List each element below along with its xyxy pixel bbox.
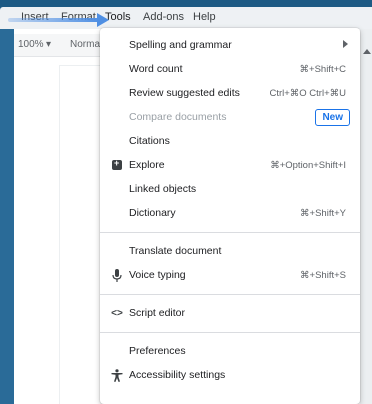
microphone-icon [110, 268, 124, 282]
code-icon: <> [111, 307, 123, 319]
menu-item-translate-document[interactable]: Translate document [100, 240, 360, 264]
menu-item-label: Linked objects [129, 183, 197, 195]
zoom-select[interactable]: 100% [18, 39, 44, 50]
menu-item-shortcut: Ctrl+⌘O Ctrl+⌘U [269, 88, 346, 99]
style-select[interactable]: Normal [70, 39, 102, 50]
menu-item-shortcut: ⌘+Shift+Y [300, 208, 346, 219]
menu-addons[interactable]: Add-ons [140, 10, 187, 24]
explore-icon [110, 158, 124, 172]
menu-item-label: Word count [129, 63, 183, 75]
menu-divider [100, 232, 360, 233]
menu-item-label: Review suggested edits [129, 87, 240, 99]
menu-item-label: Voice typing [129, 269, 186, 281]
menu-item-dictionary[interactable]: Dictionary ⌘+Shift+Y [100, 202, 360, 226]
menu-item-label: Script editor [129, 307, 186, 319]
menu-divider [100, 294, 360, 295]
menu-item-review-suggested-edits[interactable]: Review suggested edits Ctrl+⌘O Ctrl+⌘U [100, 82, 360, 106]
caret-up-icon[interactable] [363, 49, 371, 54]
accessibility-icon [110, 368, 124, 382]
tools-menu-dropdown: Spelling and grammar Word count ⌘+Shift+… [100, 28, 360, 404]
menu-item-label: Citations [129, 135, 170, 147]
menu-item-label: Spelling and grammar [129, 39, 232, 51]
menu-item-accessibility-settings[interactable]: Accessibility settings [100, 364, 360, 388]
menu-item-label: Preferences [129, 345, 186, 357]
menu-item-spelling-grammar[interactable]: Spelling and grammar [100, 34, 360, 58]
menu-item-shortcut: ⌘+Shift+C [299, 64, 346, 75]
menu-item-script-editor[interactable]: <> Script editor [100, 302, 360, 326]
menu-item-label: Accessibility settings [129, 369, 226, 381]
menu-item-label: Dictionary [129, 207, 176, 219]
menu-item-voice-typing[interactable]: Voice typing ⌘+Shift+S [100, 264, 360, 288]
menu-item-label: Translate document [129, 245, 222, 257]
menu-item-preferences[interactable]: Preferences [100, 340, 360, 364]
menu-item-linked-objects[interactable]: Linked objects [100, 178, 360, 202]
menu-help[interactable]: Help [190, 10, 219, 24]
left-frame [0, 29, 14, 404]
chevron-down-icon: ▾ [46, 39, 52, 50]
menu-item-shortcut: ⌘+Shift+S [300, 270, 346, 281]
menu-item-word-count[interactable]: Word count ⌘+Shift+C [100, 58, 360, 82]
menu-item-label: Explore [129, 159, 165, 171]
menu-item-compare-documents[interactable]: Compare documents New [100, 106, 360, 130]
menu-divider [100, 332, 360, 333]
menu-bar: Insert Format Tools Add-ons Help [0, 7, 372, 29]
arrow-annotation [8, 13, 109, 27]
menu-item-citations[interactable]: Citations [100, 130, 360, 154]
menu-item-explore[interactable]: Explore ⌘+Option+Shift+I [100, 154, 360, 178]
menu-item-label: Compare documents [129, 111, 227, 123]
new-badge: New [315, 109, 350, 126]
chevron-right-icon [343, 40, 348, 48]
right-panel-edge [360, 29, 372, 404]
menu-item-shortcut: ⌘+Option+Shift+I [270, 160, 346, 171]
